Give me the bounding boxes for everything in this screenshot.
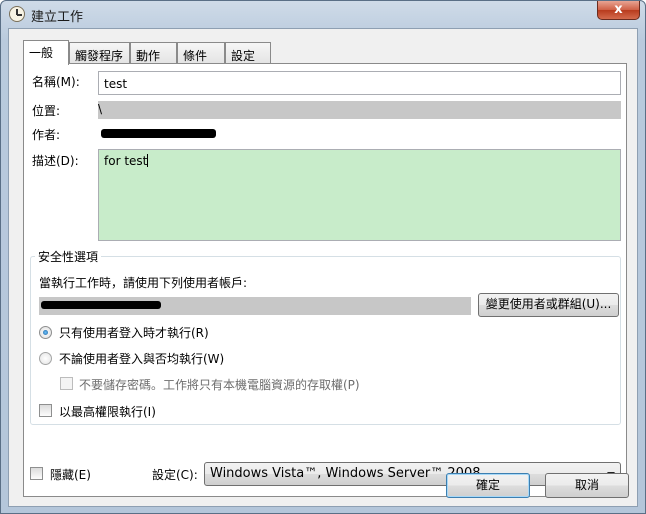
text-caret bbox=[147, 154, 149, 167]
clock-icon bbox=[9, 6, 25, 22]
ok-button[interactable]: 確定 bbox=[446, 473, 530, 498]
security-options-group: 安全性選項 當執行工作時，請使用下列使用者帳戶: 變更使用者或群組(U)... … bbox=[30, 248, 621, 425]
configure-for-value: Windows Vista™, Windows Server™ 2008 bbox=[210, 466, 481, 481]
create-task-window: 建立工作 x 一般 觸發程序 動作 條件 設定 名稱(M): test 位置: … bbox=[0, 0, 646, 514]
tab-conditions[interactable]: 條件 bbox=[177, 42, 225, 64]
tab-general[interactable]: 一般 bbox=[23, 40, 69, 65]
location-label: 位置: bbox=[32, 104, 61, 118]
name-label: 名稱(M): bbox=[32, 75, 80, 89]
do-not-store-password-label: 不要儲存密碼。工作將只有本機電腦資源的存取權(P) bbox=[79, 378, 360, 392]
do-not-store-password-checkbox bbox=[60, 377, 73, 390]
run-whether-logged-on-label[interactable]: 不論使用者登入與否均執行(W) bbox=[59, 350, 224, 367]
hidden-checkbox[interactable] bbox=[30, 467, 43, 480]
run-as-prompt: 當執行工作時，請使用下列使用者帳戶: bbox=[39, 276, 248, 290]
title-bar[interactable]: 建立工作 x bbox=[1, 1, 645, 27]
author-redaction bbox=[101, 129, 216, 138]
cancel-button[interactable]: 取消 bbox=[545, 473, 629, 498]
name-input[interactable]: test bbox=[98, 71, 621, 95]
run-whether-logged-on-radio[interactable] bbox=[39, 352, 52, 365]
description-label: 描述(D): bbox=[32, 154, 79, 168]
close-button[interactable]: x bbox=[597, 1, 640, 20]
highest-privileges-checkbox[interactable] bbox=[39, 404, 52, 417]
highest-privileges-label[interactable]: 以最高權限執行(I) bbox=[59, 403, 156, 420]
location-value: \ bbox=[98, 102, 103, 116]
security-options-title: 安全性選項 bbox=[35, 248, 102, 265]
general-tab-page: 名稱(M): test 位置: \ 作者: 描述(D): for test 安全… bbox=[23, 63, 627, 497]
configure-for-label: 設定(C): bbox=[152, 468, 198, 482]
hidden-label[interactable]: 隱藏(E) bbox=[50, 466, 91, 483]
author-label: 作者: bbox=[32, 128, 61, 142]
tab-actions[interactable]: 動作 bbox=[130, 42, 177, 64]
dialog-body: 一般 觸發程序 動作 條件 設定 名稱(M): test 位置: \ 作者: 描… bbox=[8, 28, 638, 507]
window-title: 建立工作 bbox=[31, 10, 84, 25]
location-value-field: \ bbox=[98, 101, 621, 119]
run-only-logged-on-radio[interactable] bbox=[39, 326, 52, 339]
description-textarea[interactable]: for test bbox=[98, 149, 621, 241]
tab-triggers[interactable]: 觸發程序 bbox=[69, 42, 130, 64]
description-text: for test bbox=[104, 154, 148, 168]
change-user-or-group-button[interactable]: 變更使用者或群組(U)... bbox=[478, 293, 619, 317]
tab-settings[interactable]: 設定 bbox=[225, 42, 271, 64]
run-only-logged-on-label[interactable]: 只有使用者登入時才執行(R) bbox=[59, 324, 209, 341]
user-account-redaction bbox=[41, 301, 161, 309]
